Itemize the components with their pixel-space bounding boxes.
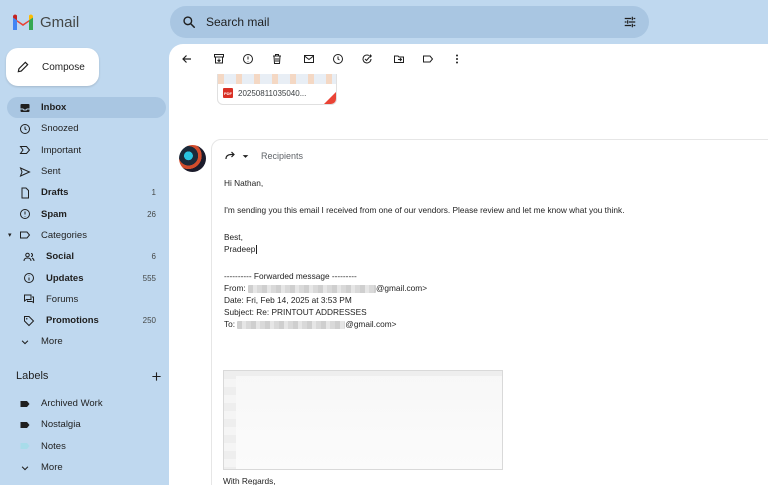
chevron-down-icon [18,335,32,349]
label-item-more[interactable]: More [0,457,166,478]
back-arrow-icon[interactable] [179,51,195,67]
signature: Pradeep [224,244,256,254]
recipients-field[interactable]: Recipients [261,151,303,161]
compose-label: Compose [42,61,85,73]
archive-icon[interactable] [211,51,227,67]
caret-down-icon[interactable] [242,153,249,160]
attachment-name: 20250811035040... [238,88,307,98]
mark-unread-icon[interactable] [301,51,317,67]
info-icon [22,271,36,285]
attachment-preview [218,74,336,84]
email-body[interactable]: Hi Nathan, I'm sending you this email I … [224,177,625,330]
label-filled-icon [18,418,32,432]
important-icon [18,143,32,157]
email-view: PDF 20250811035040... Recipients Hi Nath… [169,44,768,485]
label-light-icon [18,439,32,453]
search-bar[interactable]: Search mail [170,6,649,38]
gmail-m-icon [13,14,33,30]
forward-from: From: @gmail.com> [224,283,428,293]
sidebar-item-spam[interactable]: Spam 26 [0,203,166,224]
move-to-icon[interactable] [391,51,407,67]
embedded-image [223,370,503,470]
attachment-chip[interactable]: PDF 20250811035040... [217,74,337,105]
forward-date: Date: Fri, Feb 14, 2025 at 3:53 PM [224,295,352,305]
labels-list: Archived Work Nostalgia Notes More [0,393,168,478]
clock-icon [18,122,32,136]
regards-text: With Regards, [223,476,276,485]
label-item-nostalgia[interactable]: Nostalgia [0,414,166,435]
add-task-icon[interactable] [359,51,375,67]
people-icon [22,250,36,264]
sidebar-item-sent[interactable]: Sent [0,161,166,182]
plus-icon[interactable] [151,371,162,382]
forward-header: ---------- Forwarded message --------- [224,271,357,281]
snooze-icon[interactable] [330,51,346,67]
gmail-logo[interactable]: Gmail [12,10,79,34]
draft-icon [18,186,32,200]
labels-header: Labels [16,370,162,382]
sidebar-item-inbox[interactable]: Inbox [7,97,166,119]
compose-button[interactable]: Compose [6,48,99,86]
search-icon[interactable] [182,15,196,29]
tag-icon [22,314,36,328]
gmail-wordmark: Gmail [40,13,80,31]
sidebar-item-promotions[interactable]: Promotions 250 [0,310,166,331]
spam-icon [18,207,32,221]
page-fold-icon [324,92,336,104]
sidebar-item-social[interactable]: Social 6 [0,246,166,267]
sidebar-item-drafts[interactable]: Drafts 1 [0,182,166,203]
label-as-icon[interactable] [420,51,436,67]
signoff: Best, [224,232,243,242]
pdf-icon: PDF [223,88,233,98]
send-icon [18,165,32,179]
inbox-icon [18,101,32,115]
forum-icon [22,292,36,306]
message-text: I'm sending you this email I received fr… [224,205,625,215]
sidebar-nav: Inbox Snoozed Important Sent Drafts 1 Sp… [0,97,168,353]
label-filled-icon [18,397,32,411]
report-spam-icon[interactable] [240,51,256,67]
sidebar-item-snoozed[interactable]: Snoozed [0,118,166,139]
sidebar-item-categories[interactable]: ▾ Categories [0,225,166,246]
redacted-from [247,284,376,293]
forward-subject: Subject: Re: PRINTOUT ADDRESSES [224,307,367,317]
sidebar-item-important[interactable]: Important [0,140,166,161]
text-cursor [256,245,258,255]
sidebar-item-updates[interactable]: Updates 555 [0,267,166,288]
labels-title: Labels [16,370,49,382]
pencil-icon [17,61,29,73]
greeting: Hi Nathan, [224,178,264,188]
email-toolbar [169,44,768,74]
sidebar-item-more[interactable]: More [0,331,166,352]
sidebar-item-forums[interactable]: Forums [0,289,166,310]
label-icon [18,228,32,242]
label-item-notes[interactable]: Notes [0,436,166,457]
redacted-to [237,320,346,329]
chevron-down-icon [18,461,32,475]
reply-arrow-icon[interactable] [224,151,236,161]
avatar[interactable] [179,145,206,172]
caret-down-icon[interactable]: ▾ [8,231,14,239]
forward-to: To: @gmail.com> [224,319,397,329]
reply-header: Recipients [224,151,303,161]
more-vert-icon[interactable] [449,51,465,67]
search-input[interactable]: Search mail [206,15,623,29]
search-options-icon[interactable] [623,15,637,29]
trash-icon[interactable] [269,51,285,67]
label-item-archived-work[interactable]: Archived Work [0,393,166,414]
